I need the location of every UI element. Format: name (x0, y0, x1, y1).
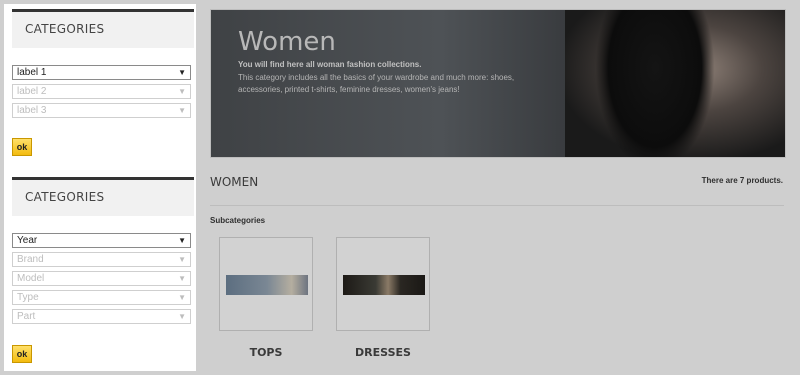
subcategory-tops-thumbnail[interactable] (219, 237, 313, 331)
chevron-down-icon: ▼ (178, 274, 186, 283)
chevron-down-icon: ▼ (178, 87, 186, 96)
select-value: Year (17, 235, 38, 246)
tops-image (226, 275, 308, 295)
chevron-down-icon: ▼ (178, 293, 186, 302)
subcategory-dresses-thumbnail[interactable] (336, 237, 430, 331)
part-select[interactable]: Part ▼ (12, 309, 191, 324)
chevron-down-icon: ▼ (178, 106, 186, 115)
chevron-down-icon: ▼ (178, 236, 186, 245)
chevron-down-icon: ▼ (178, 312, 186, 321)
select-value: label 1 (17, 67, 47, 78)
label-2-select[interactable]: label 2 ▼ (12, 84, 191, 99)
select-value: Brand (17, 254, 44, 265)
categories-block-1: CATEGORIES (12, 9, 194, 48)
select-value: label 2 (17, 86, 47, 97)
year-select[interactable]: Year ▼ (12, 233, 191, 248)
label-3-select[interactable]: label 3 ▼ (12, 103, 191, 118)
select-value: Part (17, 311, 36, 322)
model-select[interactable]: Model ▼ (12, 271, 191, 286)
chevron-down-icon: ▼ (178, 255, 186, 264)
select-value: Model (17, 273, 45, 284)
label-1-select[interactable]: label 1 ▼ (12, 65, 191, 80)
subcategory-dresses-link[interactable]: DRESSES (335, 346, 431, 359)
category-banner: Women You will find here all woman fashi… (210, 9, 786, 158)
select-value: label 3 (17, 105, 47, 116)
divider (210, 205, 784, 206)
categories-block-2: CATEGORIES (12, 177, 194, 216)
categories-heading-text: CATEGORIES (25, 190, 105, 204)
banner-description: This category includes all the basics of… (238, 73, 515, 94)
banner-photo-detail (595, 10, 715, 157)
brand-select[interactable]: Brand ▼ (12, 252, 191, 267)
ok-button-1[interactable]: ok (12, 138, 32, 156)
sidebar: CATEGORIES label 1 ▼ label 2 ▼ label 3 ▼… (4, 4, 196, 371)
subcategories-heading: Subcategories (210, 216, 266, 225)
select-value: Type (17, 292, 39, 303)
type-select[interactable]: Type ▼ (12, 290, 191, 305)
categories-heading: CATEGORIES (12, 177, 194, 216)
product-count: There are 7 products. (701, 176, 783, 185)
page-title: WOMEN (210, 175, 259, 189)
categories-heading-text: CATEGORIES (25, 22, 105, 36)
dresses-image (343, 275, 425, 295)
chevron-down-icon: ▼ (178, 68, 186, 77)
banner-subtitle: You will find here all woman fashion col… (238, 60, 422, 69)
categories-heading: CATEGORIES (12, 9, 194, 48)
subcategory-tops-link[interactable]: TOPS (218, 346, 314, 359)
ok-button-2[interactable]: ok (12, 345, 32, 363)
banner-title: Women (238, 27, 336, 57)
